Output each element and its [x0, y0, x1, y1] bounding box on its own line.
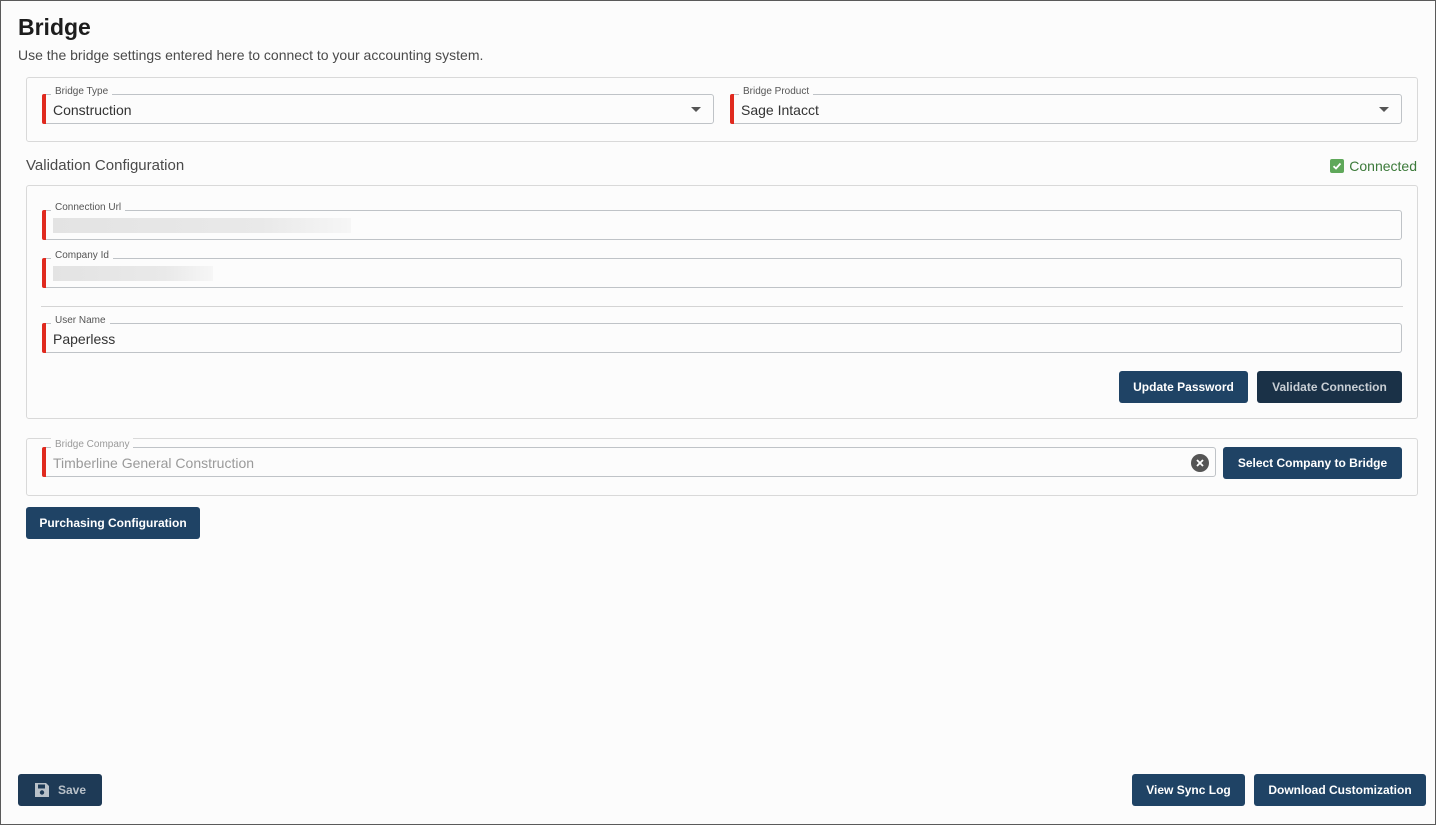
- bridge-company-card: Bridge Company Timberline General Constr…: [26, 438, 1418, 496]
- page-subtitle: Use the bridge settings entered here to …: [18, 47, 484, 63]
- floppy-disk-icon: [34, 783, 49, 797]
- company-id-label: Company Id: [51, 249, 113, 263]
- validate-connection-button[interactable]: Validate Connection: [1257, 371, 1402, 403]
- purchasing-configuration-button[interactable]: Purchasing Configuration: [26, 507, 200, 539]
- bridge-type-select[interactable]: Bridge Type Construction: [42, 85, 714, 124]
- required-marker: [42, 94, 46, 124]
- bridge-product-select[interactable]: Bridge Product Sage Intacct: [730, 85, 1402, 124]
- bridge-type-label: Bridge Type: [51, 85, 113, 99]
- checkbox-checked-icon: [1330, 159, 1345, 173]
- divider: [41, 306, 1403, 307]
- bridge-settings-page: Bridge Use the bridge settings entered h…: [0, 0, 1436, 825]
- bridge-company-placeholder: Timberline General Construction: [53, 455, 255, 471]
- view-sync-log-button[interactable]: View Sync Log: [1132, 774, 1245, 806]
- redacted-value: [53, 218, 351, 233]
- required-marker: [730, 94, 734, 124]
- user-name-value: Paperless: [53, 331, 116, 347]
- bridge-company-label: Bridge Company: [51, 438, 134, 452]
- page-title: Bridge: [18, 14, 91, 40]
- required-marker: [42, 447, 46, 477]
- connection-url-label: Connection Url: [51, 201, 126, 215]
- user-name-label: User Name: [51, 314, 110, 328]
- connection-status-text: Connected: [1349, 158, 1417, 174]
- redacted-value: [53, 266, 213, 281]
- connection-url-field[interactable]: Connection Url: [42, 201, 1402, 240]
- bridge-type-value: Construction: [53, 102, 132, 118]
- bridge-company-field[interactable]: Bridge Company Timberline General Constr…: [42, 438, 1216, 477]
- update-password-button[interactable]: Update Password: [1119, 371, 1248, 403]
- save-label: Save: [57, 783, 87, 797]
- bridge-product-value: Sage Intacct: [741, 102, 819, 118]
- clear-icon[interactable]: [1191, 454, 1209, 472]
- user-name-field[interactable]: User Name Paperless: [42, 314, 1402, 353]
- bridge-product-label: Bridge Product: [739, 85, 814, 99]
- connection-status: Connected: [1330, 158, 1417, 174]
- required-marker: [42, 323, 46, 353]
- save-button[interactable]: Save: [18, 774, 102, 806]
- select-company-button[interactable]: Select Company to Bridge: [1223, 447, 1402, 479]
- chevron-down-icon[interactable]: [691, 107, 701, 112]
- validation-section-title: Validation Configuration: [26, 157, 185, 174]
- required-marker: [42, 258, 46, 288]
- required-marker: [42, 210, 46, 240]
- company-id-field[interactable]: Company Id: [42, 249, 1402, 288]
- validation-card: Connection Url Company Id User Name Pape…: [26, 185, 1418, 419]
- download-customization-button[interactable]: Download Customization: [1254, 774, 1426, 806]
- bridge-type-card: Bridge Type Construction Bridge Product …: [26, 77, 1418, 142]
- chevron-down-icon[interactable]: [1379, 107, 1389, 112]
